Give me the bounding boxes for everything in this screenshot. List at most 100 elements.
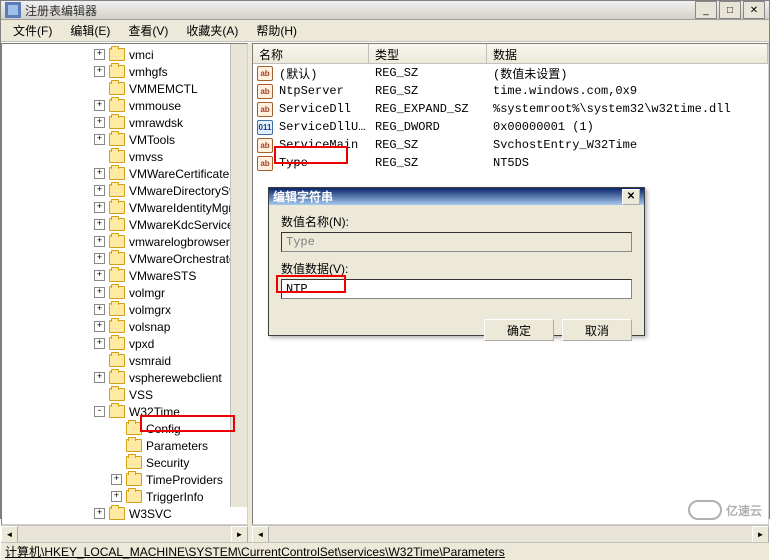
col-data[interactable]: 数据: [487, 44, 768, 63]
expand-icon[interactable]: +: [111, 491, 122, 502]
expand-icon[interactable]: +: [94, 372, 105, 383]
expand-icon[interactable]: +: [94, 66, 105, 77]
folder-icon: [109, 133, 125, 146]
col-name[interactable]: 名称: [253, 44, 369, 63]
folder-icon: [109, 371, 125, 384]
tree-label: vmci: [129, 48, 154, 62]
expand-icon[interactable]: +: [94, 168, 105, 179]
expand-icon[interactable]: +: [94, 287, 105, 298]
tree-node[interactable]: +vspherewebclient: [2, 369, 247, 386]
tree-node[interactable]: vmvss: [2, 148, 247, 165]
tree-label: W32Time: [129, 405, 180, 419]
tree-label: Security: [146, 456, 189, 470]
list-row[interactable]: abTypeREG_SZNT5DS: [253, 154, 768, 172]
tree-label: VMwareOrchestrator: [129, 252, 240, 266]
tree-node[interactable]: +vmwarelogbrowser: [2, 233, 247, 250]
tree-node[interactable]: VSS: [2, 386, 247, 403]
scroll-right-icon[interactable]: ►: [752, 526, 769, 543]
menu-edit[interactable]: 编辑(E): [62, 20, 118, 41]
tree-node[interactable]: +vpxd: [2, 335, 247, 352]
folder-icon: [126, 422, 142, 435]
scroll-left-icon[interactable]: ◄: [1, 526, 18, 543]
expand-icon[interactable]: +: [94, 100, 105, 111]
tree-node[interactable]: +vmhgfs: [2, 63, 247, 80]
expand-icon[interactable]: +: [94, 304, 105, 315]
folder-icon: [109, 218, 125, 231]
expand-icon[interactable]: +: [94, 185, 105, 196]
scroll-left-icon[interactable]: ◄: [252, 526, 269, 543]
expand-icon[interactable]: +: [94, 202, 105, 213]
app-icon: [5, 2, 21, 18]
folder-icon: [126, 456, 142, 469]
list-row[interactable]: ab(默认)REG_SZ(数值未设置): [253, 64, 768, 82]
list-row[interactable]: abServiceDllREG_EXPAND_SZ%systemroot%\sy…: [253, 100, 768, 118]
tree-node[interactable]: +VMwareSTS: [2, 267, 247, 284]
folder-icon: [109, 320, 125, 333]
expand-icon[interactable]: +: [94, 338, 105, 349]
tree-node[interactable]: +TimeProviders: [2, 471, 247, 488]
tree-node[interactable]: +vmmouse: [2, 97, 247, 114]
expand-icon[interactable]: +: [94, 219, 105, 230]
tree-node[interactable]: +volmgrx: [2, 301, 247, 318]
minimize-button[interactable]: _: [695, 1, 717, 19]
expand-icon[interactable]: +: [94, 49, 105, 60]
tree-node[interactable]: +VMwareIdentityMgmtSvc: [2, 199, 247, 216]
value-data-input[interactable]: [281, 279, 632, 299]
maximize-button[interactable]: □: [719, 1, 741, 19]
expand-icon[interactable]: +: [94, 321, 105, 332]
close-button[interactable]: ✕: [743, 1, 765, 19]
tree-node[interactable]: Parameters: [2, 437, 247, 454]
col-type[interactable]: 类型: [369, 44, 487, 63]
value-data: time.windows.com,0x9: [491, 84, 639, 98]
menu-help[interactable]: 帮助(H): [248, 20, 305, 41]
tree-node[interactable]: - W32Time: [2, 403, 247, 420]
tree-pane[interactable]: +vmci+vmhgfsVMMEMCTL+vmmouse+vmrawdsk+VM…: [1, 43, 248, 525]
tree-node[interactable]: + W3SVC: [2, 505, 247, 522]
cancel-button[interactable]: 取消: [562, 319, 632, 341]
tree-node[interactable]: +TriggerInfo: [2, 488, 247, 505]
expand-icon[interactable]: +: [94, 117, 105, 128]
list-row[interactable]: 011ServiceDllUnl…REG_DWORD0x00000001 (1): [253, 118, 768, 136]
status-path: 计算机\HKEY_LOCAL_MACHINE\SYSTEM\CurrentCon…: [5, 543, 505, 560]
tree-node[interactable]: +VMwareDirectorySvc: [2, 182, 247, 199]
tree-node[interactable]: Config: [2, 420, 247, 437]
menu-favorites[interactable]: 收藏夹(A): [178, 20, 246, 41]
tree-scrollbar-v[interactable]: [230, 44, 247, 507]
expand-icon[interactable]: +: [94, 236, 105, 247]
tree-node[interactable]: +volmgr: [2, 284, 247, 301]
collapse-icon[interactable]: -: [94, 406, 105, 417]
scroll-right-icon[interactable]: ►: [231, 526, 248, 543]
tree-label: Config: [146, 422, 181, 436]
tree-node[interactable]: Security: [2, 454, 247, 471]
menu-view[interactable]: 查看(V): [120, 20, 176, 41]
value-name: Type: [277, 156, 373, 170]
menu-file[interactable]: 文件(F): [5, 20, 60, 41]
tree-node[interactable]: +VMTools: [2, 131, 247, 148]
list-row[interactable]: abServiceMainREG_SZSvchostEntry_W32Time: [253, 136, 768, 154]
dialog-close-button[interactable]: ✕: [622, 189, 640, 205]
expand-icon[interactable]: +: [94, 134, 105, 145]
expand-icon[interactable]: +: [111, 474, 122, 485]
value-data: NT5DS: [491, 156, 531, 170]
tree-node[interactable]: + VMwareOrchestrator: [2, 250, 247, 267]
tree-label: W3SVC: [129, 507, 172, 521]
dialog-titlebar[interactable]: 编辑字符串 ✕: [269, 188, 644, 205]
tree-node[interactable]: VMMEMCTL: [2, 80, 247, 97]
folder-icon: [109, 150, 125, 163]
ok-button[interactable]: 确定: [484, 319, 554, 341]
folder-icon: [109, 82, 125, 95]
expand-icon[interactable]: +: [94, 508, 105, 519]
folder-icon: [109, 184, 125, 197]
folder-icon: [126, 490, 142, 503]
expand-icon[interactable]: +: [94, 270, 105, 281]
tree-node[interactable]: + vmci: [2, 46, 247, 63]
tree-node[interactable]: +VMWareCertificateSvc: [2, 165, 247, 182]
expand-icon[interactable]: +: [94, 253, 105, 264]
list-row[interactable]: abNtpServerREG_SZtime.windows.com,0x9: [253, 82, 768, 100]
tree-node[interactable]: vsmraid: [2, 352, 247, 369]
tree-node[interactable]: +volsnap: [2, 318, 247, 335]
folder-icon: [109, 286, 125, 299]
tree-node[interactable]: +vmrawdsk: [2, 114, 247, 131]
tree-node[interactable]: +VMwareKdcService: [2, 216, 247, 233]
folder-icon: [109, 99, 125, 112]
